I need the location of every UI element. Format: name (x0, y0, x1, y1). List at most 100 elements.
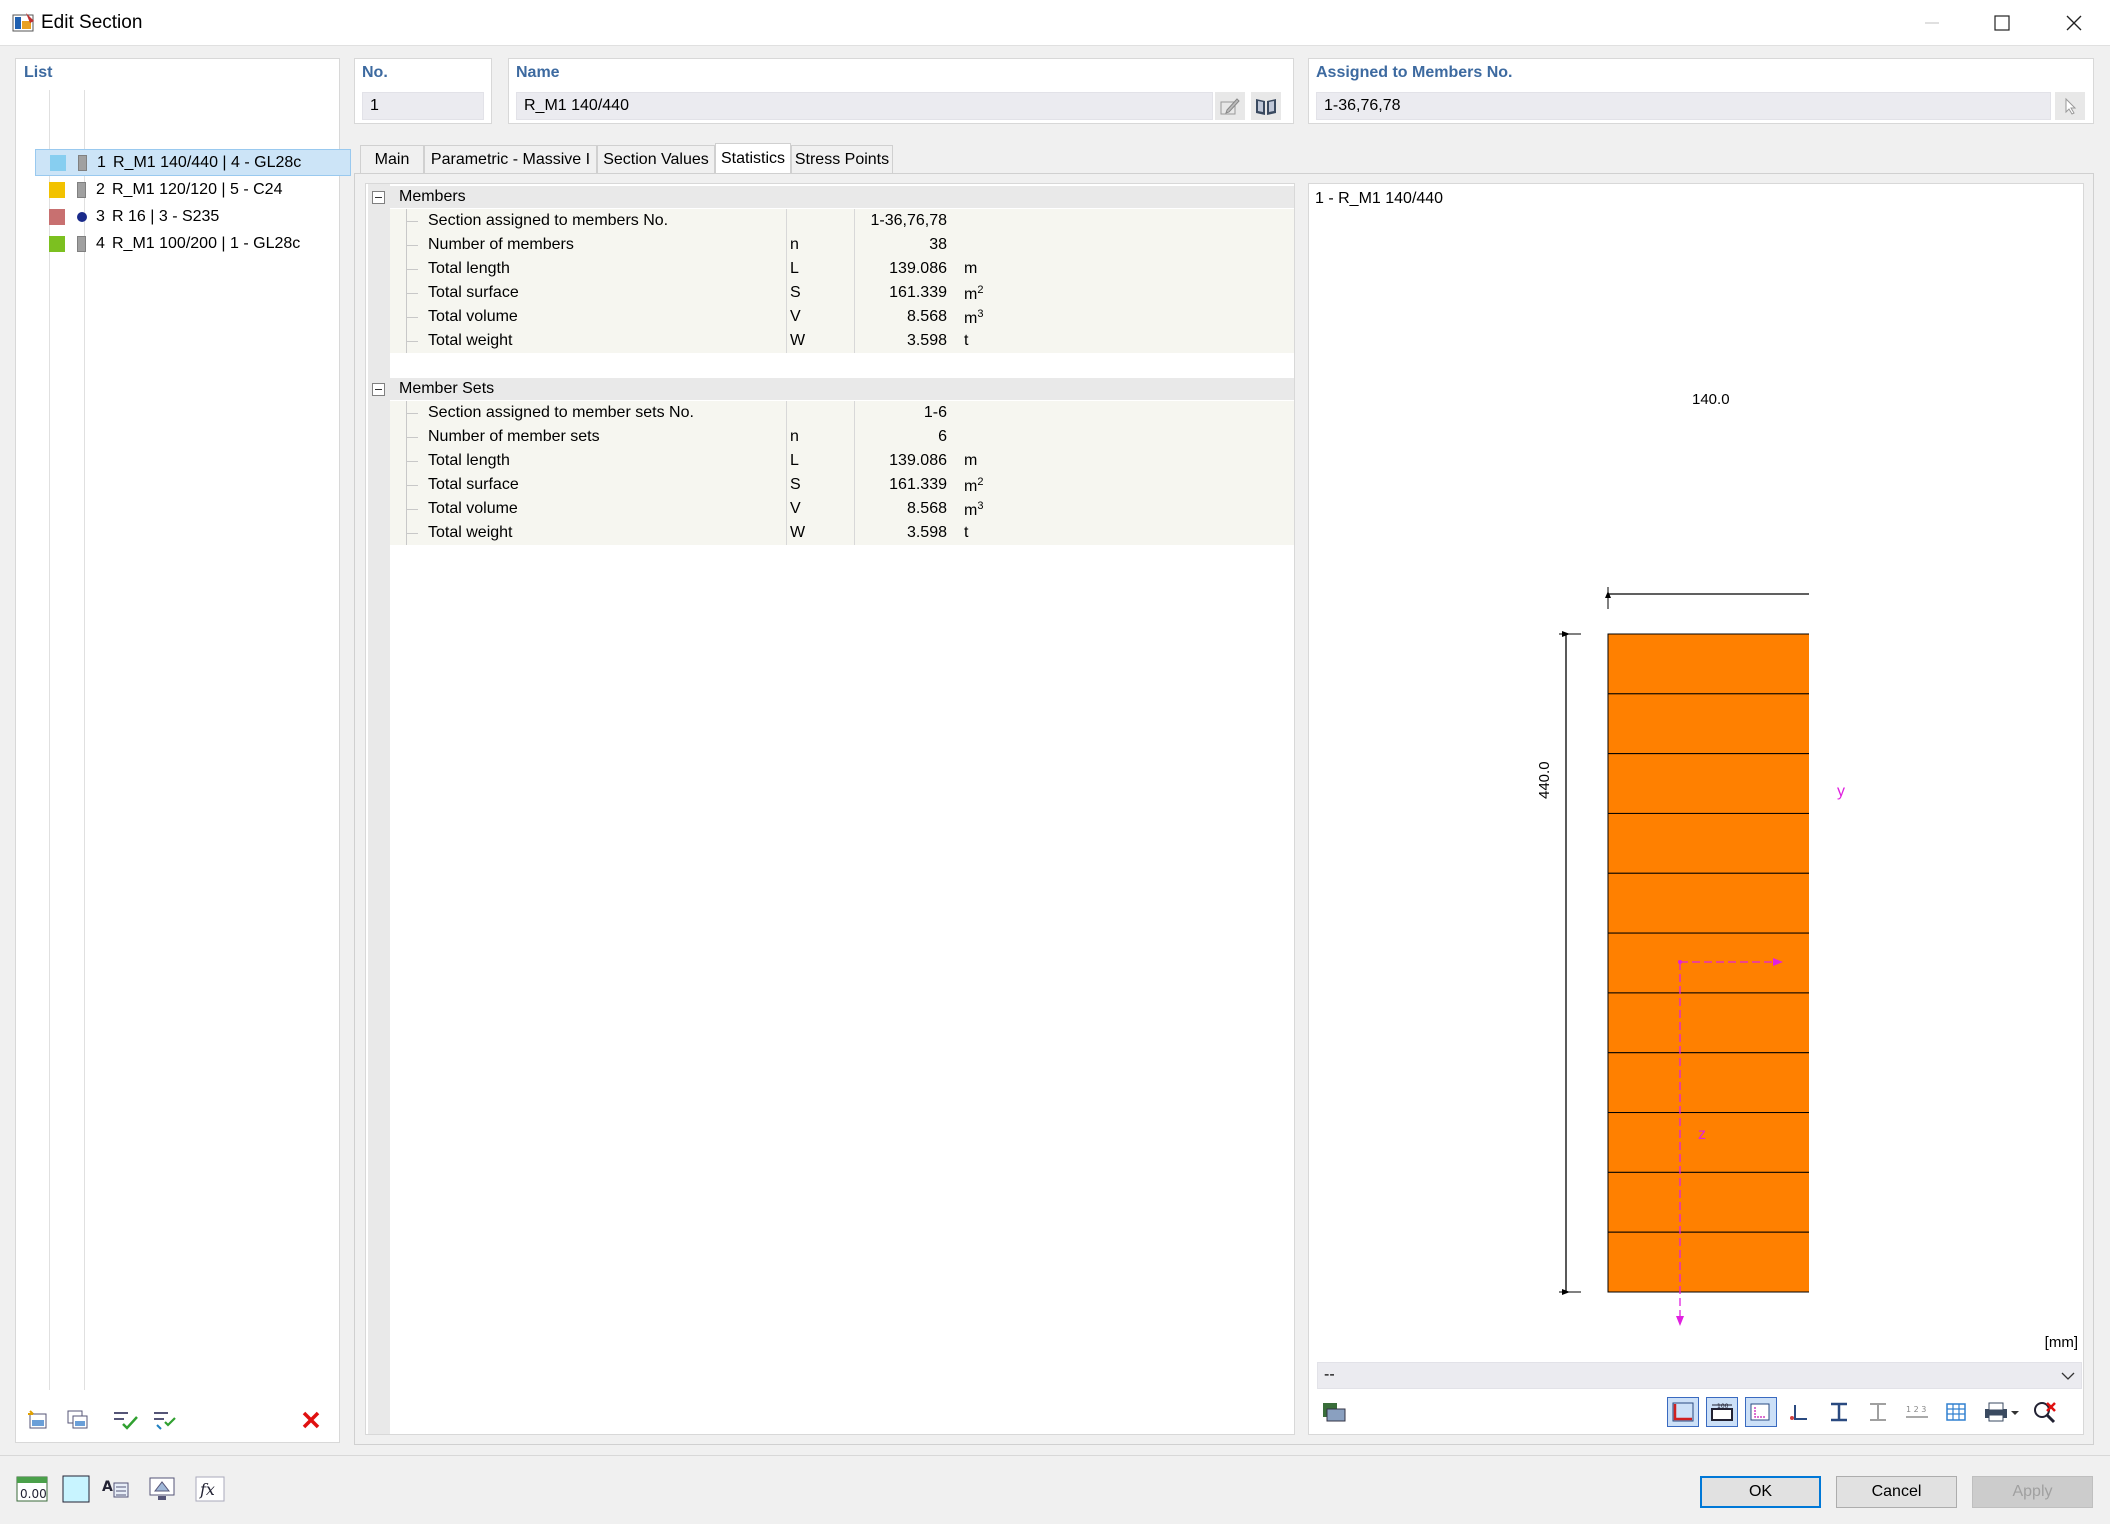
principal-axes-icon (1750, 1403, 1770, 1421)
display-combo[interactable]: -- (1317, 1362, 2082, 1389)
library-button[interactable] (1251, 92, 1281, 120)
list-item[interactable]: 4 R_M1 100/200 | 1 - GL28c (35, 230, 351, 257)
minimize-button[interactable] (1898, 0, 1966, 46)
rect-section-icon (78, 154, 87, 171)
tab-section-values[interactable]: Section Values (597, 145, 715, 173)
text-view-button[interactable]: A (98, 1474, 132, 1504)
list-item-label: R_M1 120/120 | 5 - C24 (112, 180, 283, 198)
show-numbering-button[interactable]: 1 2 3 (1901, 1397, 1933, 1427)
row-unit: m (964, 452, 977, 470)
list-item-label: R 16 | 3 - S235 (112, 207, 220, 225)
apply-button[interactable]: Apply (1972, 1476, 2093, 1508)
tab-parametric-massive[interactable]: Parametric - Massive I (424, 145, 597, 173)
member-sets-group-title: Member Sets (399, 380, 495, 397)
preview-title: 1 - R_M1 140/440 (1315, 190, 1444, 207)
color-button[interactable] (61, 1474, 91, 1504)
y-axis-label: y (1837, 783, 1845, 800)
members-group-header[interactable]: Members (368, 186, 1294, 208)
check-all-button[interactable] (111, 1406, 141, 1434)
list-item[interactable]: 2 R_M1 120/120 | 5 - C24 (35, 176, 351, 203)
minimize-icon (1925, 22, 1939, 24)
row-value: 8.568 (906, 500, 947, 517)
formula-button[interactable]: fx (193, 1474, 227, 1504)
no-field[interactable]: 1 (362, 92, 484, 120)
show-principal-axes-button[interactable] (1745, 1397, 1777, 1427)
list-item-number: 1 (97, 153, 106, 171)
row-name: Total length (428, 452, 510, 469)
table-row: Total surface S 161.339 m2 (390, 473, 1294, 497)
table-row: Total weight W 3.598 t (390, 329, 1294, 353)
row-value: 161.339 (889, 476, 947, 493)
list-item[interactable]: 1 R_M1 140/440 | 4 - GL28c (35, 149, 351, 176)
svg-text:100: 100 (1717, 1403, 1729, 1410)
decimal-places-button[interactable]: 0.00 (15, 1474, 49, 1504)
i-section-icon (1831, 1402, 1847, 1422)
section-properties-button[interactable] (1318, 1397, 1350, 1427)
model-view-icon (149, 1477, 175, 1500)
show-stress-points-button[interactable] (1784, 1397, 1816, 1427)
table-row: Total volume V 8.568 m3 (390, 305, 1294, 329)
tab-statistics[interactable]: Statistics (715, 143, 791, 173)
printer-icon (1985, 1402, 2019, 1422)
svg-text:A: A (102, 1479, 113, 1495)
list-header: List (24, 64, 53, 81)
show-section-button[interactable] (1823, 1397, 1855, 1427)
row-unit-base: m (964, 310, 978, 327)
no-label: No. (362, 64, 388, 81)
row-name: Total volume (428, 500, 518, 517)
maximize-icon (1994, 15, 2010, 31)
z-axis-label: z (1698, 1126, 1706, 1143)
tab-stress-points[interactable]: Stress Points (791, 145, 893, 173)
numbering-icon: 1 2 3 (1906, 1405, 1928, 1418)
cancel-button[interactable]: Cancel (1836, 1476, 1957, 1508)
section-color-swatch (49, 235, 65, 252)
show-axes-button[interactable] (1667, 1397, 1699, 1427)
row-name: Number of members (428, 236, 574, 253)
show-grid-button[interactable] (1940, 1397, 1972, 1427)
show-dimensions-button[interactable]: 100 (1706, 1397, 1738, 1427)
row-name: Section assigned to member sets No. (428, 404, 694, 421)
section-lamella (1607, 812, 1809, 874)
edit-name-button[interactable] (1215, 92, 1245, 120)
row-unit-base: m (964, 452, 978, 469)
list-item-number: 4 (96, 234, 105, 252)
print-button[interactable] (1979, 1397, 2023, 1427)
delete-section-button[interactable] (296, 1406, 326, 1434)
copy-section-button[interactable] (63, 1406, 93, 1434)
row-unit-exponent: 2 (977, 284, 984, 296)
member-sets-group-header[interactable]: Member Sets (368, 378, 1294, 400)
table-row: Section assigned to member sets No. 1-6 (390, 401, 1294, 425)
row-name: Total volume (428, 308, 518, 325)
name-field[interactable]: R_M1 140/440 (516, 92, 1213, 120)
round-section-icon (77, 211, 87, 222)
section-lamella (1607, 753, 1809, 814)
collapse-icon[interactable] (372, 382, 385, 396)
name-label: Name (516, 64, 560, 81)
i-outline-icon (1870, 1403, 1886, 1421)
list-item[interactable]: 3 R 16 | 3 - S235 (35, 203, 351, 230)
collapse-icon[interactable] (372, 190, 385, 204)
reset-view-button[interactable] (2029, 1397, 2061, 1427)
section-lamella (1607, 1231, 1809, 1293)
toggle-check-button[interactable] (151, 1406, 181, 1434)
show-outline-button[interactable] (1862, 1397, 1894, 1427)
new-section-button[interactable] (23, 1406, 53, 1434)
cursor-pick-icon (2065, 97, 2077, 115)
row-unit-exponent: 2 (977, 476, 984, 488)
pick-members-button[interactable] (2055, 92, 2085, 120)
section-lamella (1607, 872, 1809, 934)
ok-button[interactable]: OK (1700, 1476, 1821, 1508)
close-button[interactable] (2040, 0, 2108, 46)
maximize-button[interactable] (1968, 0, 2036, 46)
title-bar: Edit Section (0, 0, 2110, 46)
section-color-swatch (50, 154, 66, 171)
app-icon (12, 13, 34, 32)
model-view-button[interactable] (145, 1474, 179, 1504)
row-unit: t (964, 332, 968, 350)
section-lamella (1607, 1112, 1809, 1173)
tab-main[interactable]: Main (360, 145, 424, 173)
row-unit: m2 (964, 476, 983, 496)
row-unit-exponent: 3 (977, 308, 984, 320)
assigned-members-field[interactable]: 1-36,76,78 (1316, 92, 2051, 120)
row-name: Section assigned to members No. (428, 212, 669, 229)
